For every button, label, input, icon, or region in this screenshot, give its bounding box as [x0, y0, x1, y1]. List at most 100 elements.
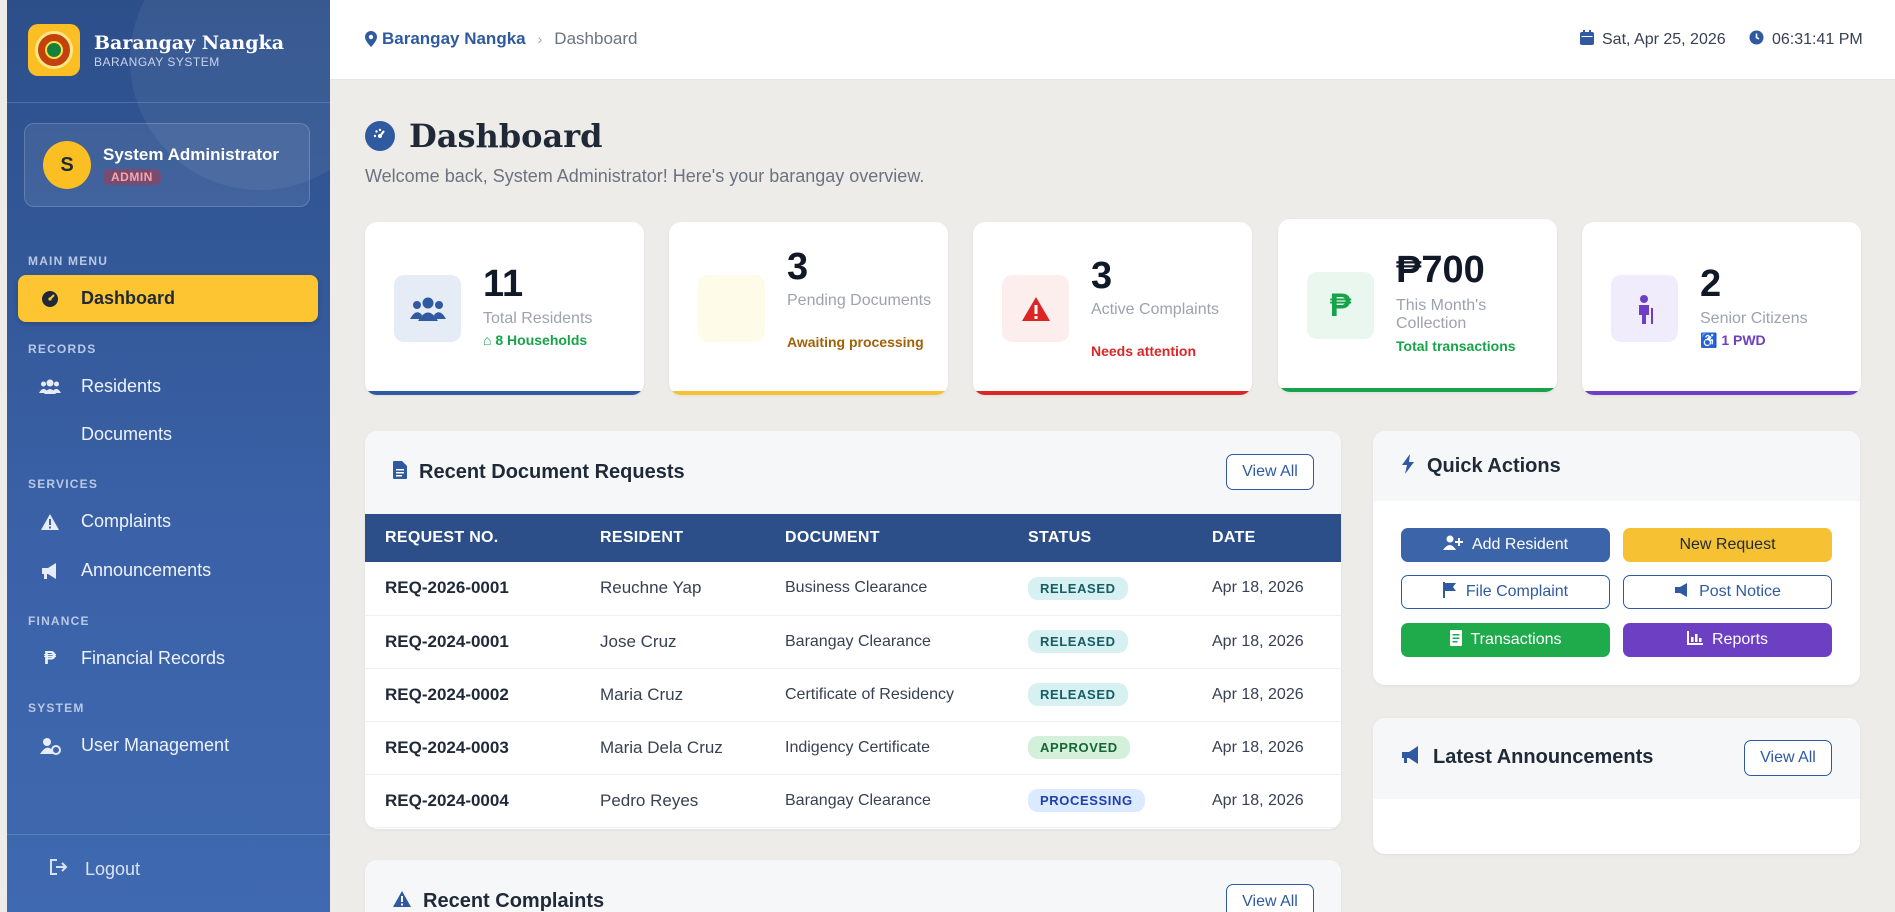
stat-card-monthly-collection[interactable]: ₱ ₱700 This Month's Collection Total tra…: [1278, 219, 1557, 392]
table-row[interactable]: REQ-2024-0004 Pedro Reyes Barangay Clear…: [365, 774, 1341, 828]
stat-accent-bar: [669, 391, 948, 395]
request-number: REQ-2024-0002: [365, 668, 580, 722]
sidebar-item-residents[interactable]: Residents: [18, 363, 318, 410]
add-resident-button[interactable]: Add Resident: [1401, 528, 1610, 562]
column-header[interactable]: DATE: [1192, 514, 1341, 562]
stat-label: Senior Citizens: [1700, 310, 1808, 327]
user-cog-icon: [39, 737, 61, 755]
sidebar-item-complaints[interactable]: Complaints: [18, 498, 318, 545]
bolt-icon: [1401, 454, 1415, 479]
reports-button[interactable]: Reports: [1623, 623, 1832, 657]
request-number: REQ-2024-0003: [365, 721, 580, 775]
sidebar-item-label: Residents: [81, 376, 162, 396]
megaphone-icon: [1401, 746, 1421, 769]
table-row[interactable]: REQ-2024-0003 Maria Dela Cruz Indigency …: [365, 721, 1341, 775]
table-row[interactable]: REQ-2026-0001 Reuchne Yap Business Clear…: [365, 562, 1341, 616]
resident-name: Maria Cruz: [580, 668, 765, 722]
logout-icon: [49, 858, 69, 881]
sidebar-item-documents[interactable]: Documents: [18, 411, 318, 458]
button-label: New Request: [1679, 536, 1776, 553]
time-text: 06:31:41 PM: [1772, 30, 1863, 48]
resident-name: Jose Cruz: [580, 615, 765, 669]
button-label: Transactions: [1470, 631, 1562, 648]
panel-title-text: Recent Document Requests: [419, 461, 685, 483]
resident-name: Maria Dela Cruz: [580, 721, 765, 775]
panel-title-text: Recent Complaints: [423, 890, 605, 912]
recent-complaints-panel: Recent Complaints View All: [365, 860, 1341, 912]
user-card[interactable]: S System Administrator ADMIN: [24, 123, 310, 207]
resident-name: Pedro Reyes: [580, 774, 765, 828]
wheelchair-icon: ♿: [1700, 332, 1718, 348]
sidebar-item-financial-records[interactable]: ₱ Financial Records: [18, 635, 318, 682]
stat-accent-bar: [973, 391, 1252, 395]
new-request-button[interactable]: New Request: [1623, 528, 1832, 562]
chart-icon: [1686, 631, 1703, 649]
column-header[interactable]: DOCUMENT: [765, 514, 1008, 562]
request-date: Apr 18, 2026: [1192, 721, 1341, 775]
document-type: Barangay Clearance: [765, 774, 1008, 828]
button-label: File Complaint: [1465, 583, 1569, 600]
stat-accent-bar: [1582, 391, 1861, 395]
stat-value: ₱700: [1396, 249, 1485, 291]
sidebar-item-dashboard[interactable]: Dashboard: [18, 275, 318, 322]
panel-header: Latest Announcements View All: [1373, 718, 1860, 799]
view-all-complaints-button[interactable]: View All: [1226, 884, 1314, 912]
column-header[interactable]: REQUEST NO.: [365, 514, 580, 562]
flag-icon: [1442, 582, 1457, 602]
status-badge: PROCESSING: [1028, 789, 1145, 812]
logout-button[interactable]: Logout: [49, 858, 140, 881]
stat-card-pending-documents[interactable]: 3 Pending Documents Awaiting processing: [669, 222, 948, 395]
transactions-button[interactable]: Transactions: [1401, 623, 1610, 657]
warning-icon: [39, 513, 61, 531]
senior-icon: [1611, 275, 1678, 342]
status-badge: RELEASED: [1028, 576, 1128, 600]
recent-document-requests-panel: Recent Document Requests View All REQUES…: [365, 431, 1341, 829]
breadcrumb-home-label: Barangay Nangka: [382, 29, 526, 48]
barangay-seal-icon: [35, 31, 73, 69]
section-label-services: SERVICES: [28, 477, 99, 491]
table-row[interactable]: REQ-2024-0001 Jose Cruz Barangay Clearan…: [365, 615, 1341, 669]
megaphone-icon: [39, 562, 61, 580]
view-all-requests-button[interactable]: View All: [1226, 454, 1314, 490]
file-complaint-button[interactable]: File Complaint: [1401, 575, 1610, 609]
sidebar-divider: [7, 834, 330, 835]
request-number: REQ-2024-0004: [365, 774, 580, 828]
button-label: Reports: [1711, 631, 1769, 648]
view-all-announcements-button[interactable]: View All: [1744, 740, 1832, 776]
button-label: Add Resident: [1471, 536, 1569, 553]
document-type: Barangay Clearance: [765, 615, 1008, 669]
brand[interactable]: Barangay Nangka BARANGAY SYSTEM: [28, 24, 284, 76]
stat-label: Active Complaints: [1091, 301, 1220, 318]
post-notice-button[interactable]: Post Notice: [1623, 575, 1832, 609]
panel-header: Recent Complaints View All: [365, 860, 1341, 912]
column-header[interactable]: STATUS: [1008, 514, 1192, 562]
stat-sub: Total transactions: [1396, 338, 1516, 354]
stat-accent-bar: [1278, 388, 1557, 392]
avatar: S: [43, 141, 91, 189]
home-icon: ⌂: [483, 332, 492, 348]
stat-sub-text: 1 PWD: [1721, 332, 1766, 348]
table-row[interactable]: REQ-2024-0002 Maria Cruz Certificate of …: [365, 668, 1341, 722]
sidebar-item-label: Announcements: [81, 560, 212, 580]
sidebar-item-label: Dashboard: [81, 288, 176, 308]
breadcrumb: Barangay Nangka › Dashboard: [365, 29, 637, 49]
stat-card-senior-citizens[interactable]: 2 Senior Citizens ♿ 1 PWD: [1582, 222, 1861, 395]
breadcrumb-home-link[interactable]: Barangay Nangka: [365, 29, 526, 49]
stat-card-active-complaints[interactable]: 3 Active Complaints Needs attention: [973, 222, 1252, 395]
breadcrumb-current: Dashboard: [554, 29, 638, 48]
sidebar-item-label: User Management: [81, 735, 230, 755]
users-icon: [394, 275, 461, 342]
stat-card-total-residents[interactable]: 11 Total Residents ⌂ 8 Households: [365, 222, 644, 395]
sidebar: Barangay Nangka BARANGAY SYSTEM S System…: [7, 0, 330, 912]
section-label-system: SYSTEM: [28, 701, 85, 715]
stat-accent-bar: [365, 391, 644, 395]
user-name: System Administrator: [103, 144, 280, 164]
sidebar-item-announcements[interactable]: Announcements: [18, 547, 318, 594]
calendar-icon: [1580, 30, 1594, 49]
sidebar-item-user-management[interactable]: User Management: [18, 722, 318, 769]
panel-title: Recent Complaints: [393, 890, 604, 912]
status-cell: RELEASED: [1008, 562, 1192, 616]
status-cell: APPROVED: [1008, 721, 1192, 775]
request-date: Apr 18, 2026: [1192, 562, 1341, 616]
column-header[interactable]: RESIDENT: [580, 514, 765, 562]
